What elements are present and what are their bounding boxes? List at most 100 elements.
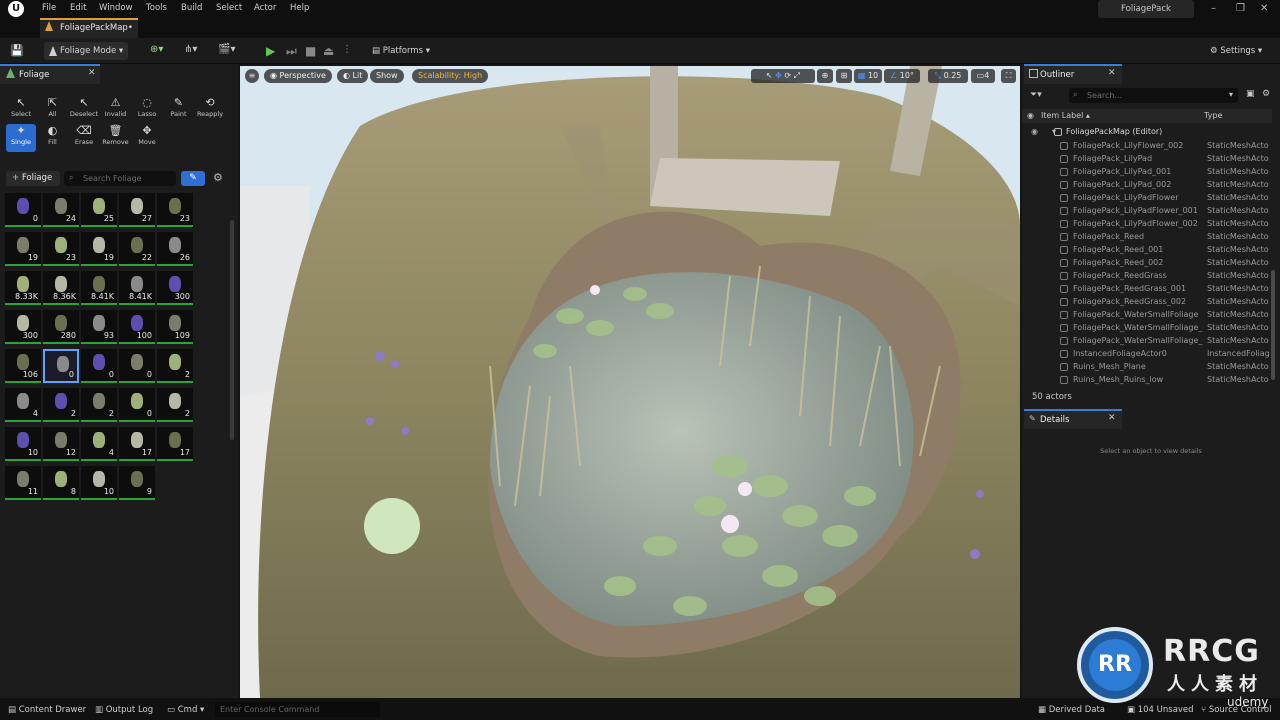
menu-build[interactable]: Build [181,3,202,13]
more-options-icon[interactable]: ⋮ [342,44,352,55]
output-log-button[interactable]: ▥ Output Log [95,705,153,715]
minimize-icon[interactable]: – [1211,3,1216,14]
col-type[interactable]: Type [1204,109,1222,123]
foliage-type-tile[interactable]: 22 [119,232,155,266]
foliage-type-tile[interactable]: 100 [119,310,155,344]
tool-select[interactable]: ↖ Select [6,96,36,124]
world-space-icon[interactable]: ⊕ [817,69,833,83]
foliage-type-tile[interactable]: 0 [5,193,41,227]
tool-lasso[interactable]: ◌ Lasso [132,96,162,124]
tab-foliage[interactable]: Foliage [0,64,100,84]
close-icon[interactable]: ✕ [1108,68,1116,78]
console-input[interactable]: Enter Console Command [215,702,380,717]
outliner-row[interactable]: FoliagePack_WaterSmallFoliage_C StaticMes… [1022,321,1272,334]
scalability-warning[interactable]: Scalability: High [412,69,489,83]
foliage-type-tile[interactable]: 8.41K [81,271,117,305]
foliage-type-tile[interactable]: 9 [119,466,155,500]
foliage-scrollbar[interactable] [230,220,234,440]
outliner-settings-icon[interactable]: ⚙ [1262,89,1270,99]
tool-invalid[interactable]: ⚠ Invalid [101,96,131,124]
foliage-type-tile[interactable]: 27 [119,193,155,227]
foliage-type-tile[interactable]: 12 [43,427,79,461]
foliage-type-tile[interactable]: 2 [43,388,79,422]
visibility-icon[interactable]: ◉ [1027,109,1034,123]
foliage-type-tile[interactable]: 8.36K [43,271,79,305]
add-foliage-button[interactable]: + Foliage [6,171,60,186]
outliner-row[interactable]: FoliagePack_LilyPadFlower_001 StaticMeshA… [1022,204,1272,217]
transform-tools[interactable]: ↖ ✥ ⟳ ⤢ [751,69,815,83]
menu-window[interactable]: Window [99,3,133,13]
menu-select[interactable]: Select [216,3,242,13]
foliage-type-tile[interactable]: 4 [5,388,41,422]
content-drawer-button[interactable]: ▤ Content Drawer [8,705,86,715]
col-item-label[interactable]: Item Label ▴ [1041,109,1090,123]
close-icon[interactable]: ✕ [1108,413,1116,423]
tool-reapply[interactable]: ⟲ Reapply [195,96,225,124]
foliage-type-tile[interactable]: 8 [43,466,79,500]
grid-snap-button[interactable]: ▦ 10 [854,69,882,83]
unreal-logo-icon[interactable]: U [8,1,24,17]
show-button[interactable]: Show [370,69,404,83]
foliage-type-tile[interactable]: 24 [43,193,79,227]
foliage-type-tile[interactable]: 4 [81,427,117,461]
level-tab[interactable]: FoliagePackMap• [40,18,138,38]
outliner-row[interactable]: FoliagePack_Reed StaticMeshActo [1022,230,1272,243]
add-folder-icon[interactable]: ▣ [1246,89,1255,99]
filter-icon[interactable]: ⏷▾ [1030,90,1042,100]
outliner-row[interactable]: Ruins_Mesh_Plane StaticMeshActo [1022,360,1272,373]
stop-icon[interactable]: ■ [305,44,316,58]
foliage-type-tile[interactable]: 2 [157,388,193,422]
foliage-type-tile[interactable]: 19 [81,232,117,266]
outliner-row[interactable]: FoliagePack_Reed_002 StaticMeshActo [1022,256,1272,269]
blueprint-icon[interactable]: ⋔▾ [184,44,197,55]
save-icon[interactable]: 💾 [10,44,24,57]
tool-move[interactable]: ✥ Move [132,124,162,152]
foliage-type-tile[interactable]: 8.41K [119,271,155,305]
menu-tools[interactable]: Tools [146,3,167,13]
tool-all[interactable]: ⇱ All [38,96,68,124]
derived-data-button[interactable]: ▦ Derived Data [1038,705,1105,715]
foliage-type-tile[interactable]: 11 [5,466,41,500]
outliner-row[interactable]: FoliagePack_LilyPad_002 StaticMeshActo [1022,178,1272,191]
close-window-icon[interactable]: ✕ [1260,3,1268,14]
perspective-button[interactable]: ◉ Perspective [264,69,332,83]
outliner-row[interactable]: FoliagePack_ReedGrass_002 StaticMeshActo [1022,295,1272,308]
mode-dropdown[interactable]: Foliage Mode ▾ [44,42,128,60]
tool-erase[interactable]: ⌫ Erase [69,124,99,152]
outliner-row[interactable]: FoliagePack_LilyPadFlower StaticMeshActo [1022,191,1272,204]
outliner-row[interactable]: Ruins_Mesh_Ruins_low StaticMeshActo [1022,373,1272,386]
tool-deselect[interactable]: ↖ Deselect [69,96,99,124]
foliage-type-tile[interactable]: 8.33K [5,271,41,305]
outliner-row[interactable]: FoliagePack_LilyPad_001 StaticMeshActo [1022,165,1272,178]
foliage-type-tile[interactable]: 109 [157,310,193,344]
play-icon[interactable]: ▶ [266,44,275,58]
foliage-type-tile[interactable]: 93 [81,310,117,344]
surface-snap-icon[interactable]: ⊞ [836,69,852,83]
foliage-type-tile[interactable]: 300 [5,310,41,344]
maximize-viewport-icon[interactable]: ⛶ [1001,69,1016,83]
foliage-type-tile[interactable]: 280 [43,310,79,344]
tool-fill[interactable]: ◐ Fill [38,124,68,152]
foliage-type-tile[interactable]: 10 [81,466,117,500]
outliner-row[interactable]: FoliagePack_ReedGrass_001 StaticMeshActo [1022,282,1272,295]
outliner-row[interactable]: FoliagePack_WaterSmallFoliage_C StaticMes… [1022,334,1272,347]
foliage-type-tile[interactable]: 17 [157,427,193,461]
foliage-type-tile[interactable]: 2 [157,349,193,383]
outliner-row[interactable]: FoliagePack_LilyPadFlower_002 StaticMeshA… [1022,217,1272,230]
outliner-row[interactable]: FoliagePack_LilyFlower_002 StaticMeshActo [1022,139,1272,152]
close-icon[interactable]: ✕ [88,68,96,78]
foliage-type-tile[interactable]: 19 [5,232,41,266]
tool-single[interactable]: ✦ Single [6,124,36,152]
outliner-search-input[interactable]: Search... [1069,88,1238,103]
menu-help[interactable]: Help [290,3,309,13]
outliner-scrollbar[interactable] [1271,270,1275,380]
outliner-row[interactable]: InstancedFoliageActor0 InstancedFoliag [1022,347,1272,360]
foliage-type-tile[interactable]: 0 [119,349,155,383]
foliage-type-tile[interactable]: 0 [119,388,155,422]
lit-button[interactable]: ◐ Lit [337,69,369,83]
unsaved-button[interactable]: ▣ 104 Unsaved [1127,705,1194,715]
foliage-type-tile[interactable]: 300 [157,271,193,305]
level-viewport[interactable] [240,66,1020,698]
outliner-row[interactable]: FoliagePack_LilyPad StaticMeshActo [1022,152,1272,165]
tool-remove[interactable]: 🗑 Remove [101,124,131,152]
